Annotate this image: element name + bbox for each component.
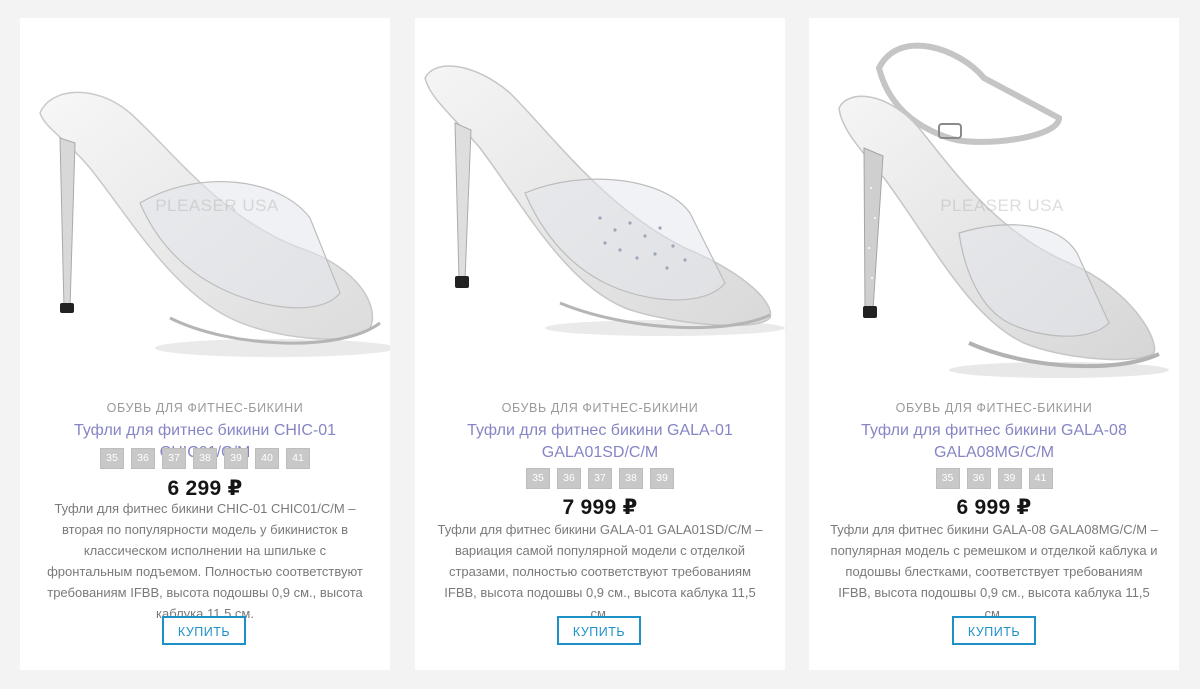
product-grid: PLEASER USA ОБУВЬ ДЛЯ ФИТНЕС-БИКИНИ Туфл… [0,0,1200,689]
size-list: 35 36 39 41 [809,468,1179,489]
product-title-link[interactable]: Туфли для фитнес бикини GALA-01 GALA01SD… [435,420,765,464]
size-badge[interactable]: 36 [966,468,991,489]
size-badge[interactable]: 38 [193,448,217,469]
size-badge[interactable]: 41 [1028,468,1053,489]
product-image[interactable]: PLEASER USA [20,18,390,403]
product-price: 6 999 ₽ [956,496,1032,519]
product-category: ОБУВЬ ДЛЯ ФИТНЕС-БИКИНИ [106,401,304,415]
size-badge[interactable]: 35 [100,448,124,469]
size-list: 35 36 37 38 39 40 41 [20,448,390,469]
size-list: 35 36 37 38 39 [415,468,785,489]
size-badge[interactable]: 37 [588,468,612,489]
buy-button[interactable]: КУПИТЬ [952,616,1036,645]
product-description: Туфли для фитнес бикини GALA-01 GALA01SD… [437,522,763,621]
size-badge[interactable]: 36 [131,448,155,469]
image-watermark: PLEASER USA [155,196,279,215]
product-card: PLEASER USA ОБУВЬ ДЛЯ ФИТНЕС-БИКИНИ Туфл… [20,18,390,670]
rhinestone-mule-image [424,65,785,336]
product-card: PLEASER USA ОБУВЬ ДЛЯ ФИТНЕС-БИКИНИ Туфл… [809,18,1179,670]
size-badge[interactable]: 37 [162,448,186,469]
image-watermark: PLEASER USA [940,196,1064,215]
size-badge[interactable]: 39 [224,448,248,469]
product-card: ОБУВЬ ДЛЯ ФИТНЕС-БИКИНИ Туфли для фитнес… [415,18,785,670]
size-badge[interactable]: 38 [619,468,643,489]
product-image[interactable]: PLEASER USA [809,18,1179,403]
product-image[interactable] [415,18,785,403]
size-badge[interactable]: 35 [526,468,550,489]
size-badge[interactable]: 41 [286,448,310,469]
product-description: Туфли для фитнес бикини CHIC-01 CHIC01/C… [47,501,363,621]
buy-button[interactable]: КУПИТЬ [162,616,246,645]
size-badge[interactable]: 39 [650,468,674,489]
product-category: ОБУВЬ ДЛЯ ФИТНЕС-БИКИНИ [895,401,1093,415]
size-badge[interactable]: 39 [997,468,1022,489]
product-category: ОБУВЬ ДЛЯ ФИТНЕС-БИКИНИ [501,401,699,415]
size-badge[interactable]: 35 [935,468,960,489]
product-price: 7 999 ₽ [562,496,638,519]
product-title-link[interactable]: Туфли для фитнес бикини GALA-08 GALA08MG… [829,420,1159,464]
size-badge[interactable]: 40 [255,448,279,469]
size-badge[interactable]: 36 [557,468,581,489]
buy-button[interactable]: КУПИТЬ [557,616,641,645]
product-description: Туфли для фитнес бикини GALA-08 GALA08MG… [830,522,1158,621]
